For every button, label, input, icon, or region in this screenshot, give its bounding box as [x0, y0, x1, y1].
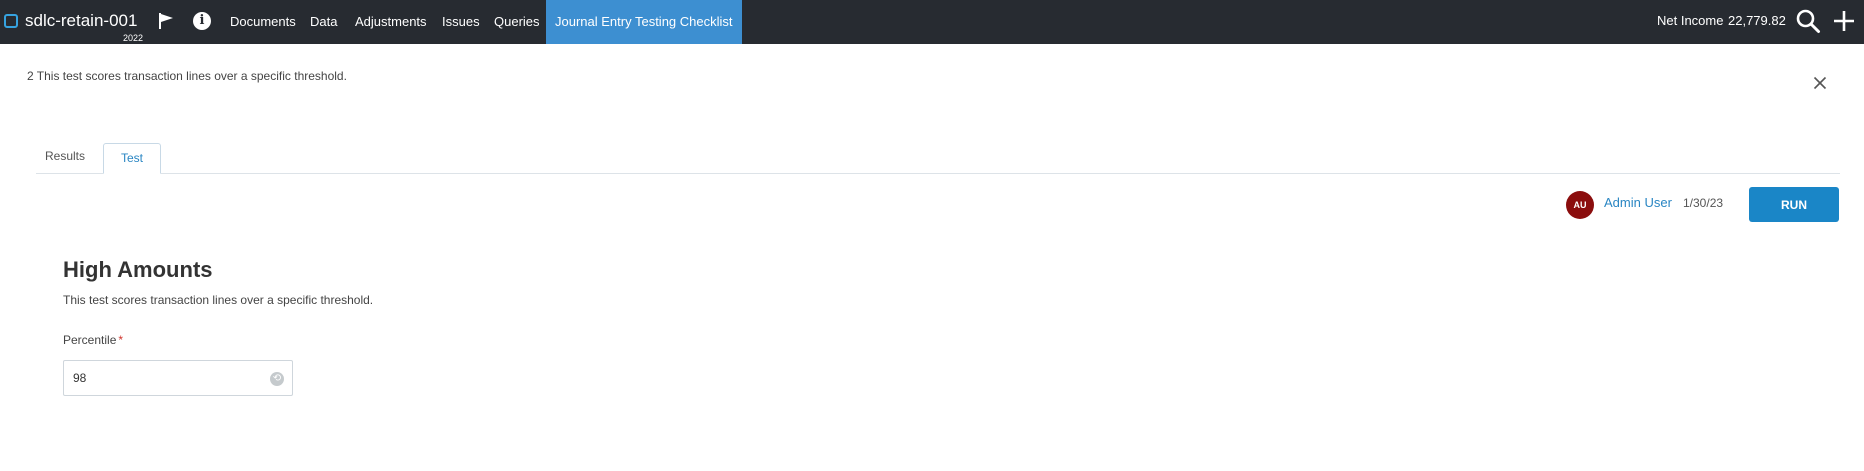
nav-documents[interactable]: Documents — [230, 0, 296, 44]
run-date: 1/30/23 — [1683, 196, 1724, 210]
test-title: High Amounts — [63, 257, 213, 282]
nav-issues[interactable]: Issues — [442, 0, 480, 44]
nav-journal-entry-testing-checklist[interactable]: Journal Entry Testing Checklist — [546, 0, 742, 44]
app-logo-icon[interactable] — [4, 14, 18, 28]
nav-data[interactable]: Data — [310, 0, 337, 44]
percentile-field: ⟲ — [63, 360, 293, 396]
tab-test[interactable]: Test — [103, 143, 161, 174]
nav-adjustments[interactable]: Adjustments — [355, 0, 427, 44]
tab-results[interactable]: Results — [45, 149, 85, 163]
run-user-link[interactable]: Admin User — [1604, 195, 1672, 210]
nav-queries[interactable]: Queries — [494, 0, 540, 44]
percentile-label: Percentile * — [63, 333, 123, 347]
top-nav-bar: sdlc-retain-001 2022 i Documents Data Ad… — [0, 0, 1864, 44]
tabs-divider — [36, 173, 1840, 174]
close-icon[interactable] — [1813, 76, 1827, 90]
run-button[interactable]: RUN — [1749, 187, 1839, 222]
net-income-label: Net Income — [1657, 13, 1724, 28]
net-income-value: 22,779.82 — [1728, 13, 1786, 28]
test-description: This test scores transaction lines over … — [63, 293, 374, 307]
percentile-input[interactable] — [65, 362, 255, 394]
required-marker: * — [118, 333, 124, 347]
percentile-label-text: Percentile — [63, 333, 117, 347]
search-icon[interactable] — [1795, 8, 1821, 34]
engagement-title[interactable]: sdlc-retain-001 — [25, 11, 137, 31]
avatar: AU — [1566, 191, 1594, 219]
engagement-year: 2022 — [123, 33, 144, 43]
test-description-banner: 2 This test scores transaction lines ove… — [27, 69, 347, 83]
reset-icon[interactable]: ⟲ — [270, 372, 284, 386]
flag-icon[interactable] — [157, 12, 175, 30]
info-icon[interactable]: i — [193, 12, 211, 30]
plus-icon[interactable] — [1831, 8, 1857, 34]
